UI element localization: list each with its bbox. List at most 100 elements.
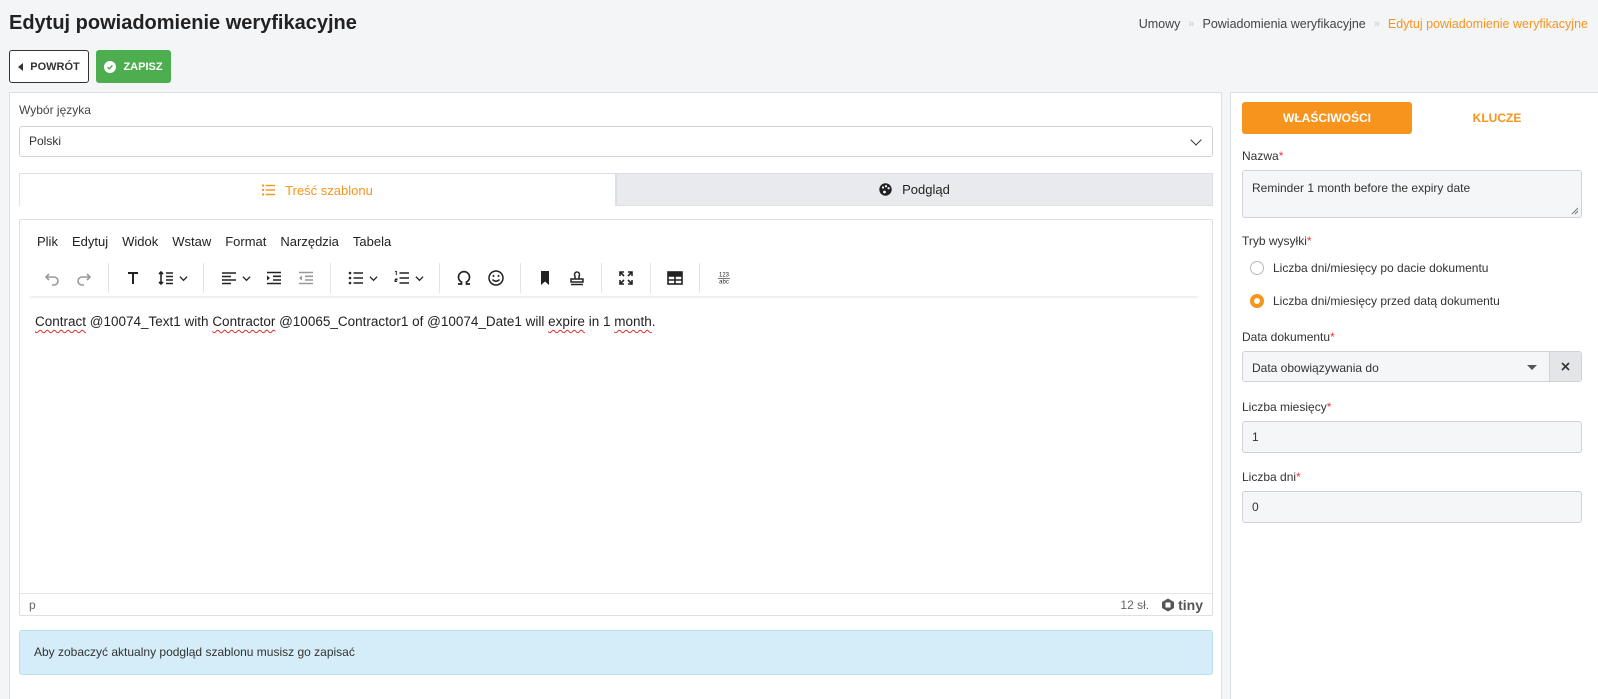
palette-icon <box>879 183 892 196</box>
menu-widok[interactable]: Widok <box>115 234 165 249</box>
language-select[interactable]: Polski <box>19 126 1213 157</box>
template-panel: Wybór języka Polski Treść szablonu Podgl… <box>9 92 1222 699</box>
align-button[interactable] <box>212 263 258 293</box>
required-mark: * <box>1296 470 1301 484</box>
special-char-button[interactable] <box>448 263 480 293</box>
content-text: . <box>651 314 656 329</box>
clear-selection-button[interactable] <box>1549 352 1581 381</box>
send-mode-label-text: Tryb wysyłki <box>1242 234 1307 248</box>
redo-icon <box>77 273 92 286</box>
send-mode-before-radio[interactable]: Liczba dni/miesięcy przed datą dokumentu <box>1250 294 1500 308</box>
send-mode-after-radio[interactable]: Liczba dni/miesięcy po dacie dokumentu <box>1250 261 1488 275</box>
check-circle-icon <box>104 60 117 73</box>
table-button[interactable] <box>659 263 691 293</box>
breadcrumb-item-notifications[interactable]: Powiadomienia weryfikacyjne <box>1202 17 1365 31</box>
menu-narzedzia[interactable]: Narzędzia <box>273 234 346 249</box>
required-mark: * <box>1278 149 1284 163</box>
list-icon <box>262 184 276 196</box>
send-mode-before-label: Liczba dni/miesięcy przed datą dokumentu <box>1273 294 1500 308</box>
rich-text-editor[interactable]: Plik Edytuj Widok Wstaw Format Narzędzia… <box>19 219 1213 616</box>
breadcrumb-separator: » <box>1373 18 1380 30</box>
tiny-logo[interactable]: tiny <box>1161 597 1203 613</box>
breadcrumb-separator: » <box>1188 18 1195 30</box>
outdent-icon <box>299 271 313 285</box>
svg-text:123: 123 <box>719 273 730 279</box>
emoticon-button[interactable] <box>480 263 512 293</box>
numbered-list-button[interactable] <box>385 263 431 293</box>
breadcrumb-item-umowy[interactable]: Umowy <box>1139 17 1181 31</box>
menu-format[interactable]: Format <box>218 234 273 249</box>
doc-date-label: Data dokumentu* <box>1242 330 1335 344</box>
page-title: Edytuj powiadomienie weryfikacyjne <box>9 12 357 34</box>
text-icon <box>128 272 138 284</box>
tab-preview[interactable]: Podgląd <box>616 173 1213 206</box>
send-mode-label: Tryb wysyłki* <box>1242 234 1312 248</box>
omega-icon <box>457 270 471 285</box>
language-select-value: Polski <box>29 134 62 148</box>
months-input-value: 1 <box>1252 430 1259 444</box>
fullscreen-icon <box>619 271 633 285</box>
misspelled-word: month <box>614 314 652 329</box>
menu-tabela[interactable]: Tabela <box>346 234 398 249</box>
tiny-brand-icon <box>1162 598 1175 611</box>
word-count-icon: 123abc <box>718 273 730 286</box>
misspelled-word: expire <box>548 314 585 329</box>
breadcrumb: Umowy » Powiadomienia weryfikacyjne » Ed… <box>1139 17 1588 31</box>
save-button[interactable]: ZAPISZ <box>96 50 171 83</box>
bullet-list-icon <box>348 271 363 285</box>
resize-handle-icon[interactable] <box>1571 207 1579 215</box>
outdent-button[interactable] <box>290 263 322 293</box>
editor-toolbar: 123 abc <box>28 260 1200 296</box>
days-label: Liczba dni* <box>1242 470 1301 484</box>
redo-button[interactable] <box>68 263 100 293</box>
content-text: @10065_Contractor1 of @10074_Date1 will <box>275 314 549 329</box>
line-height-button[interactable] <box>149 263 195 293</box>
numbered-list-icon <box>394 271 409 284</box>
undo-icon <box>44 273 59 286</box>
radio-circle <box>1250 261 1264 275</box>
editor-statusbar: p 12 sł. tiny <box>20 593 1212 615</box>
bullet-list-button[interactable] <box>339 263 385 293</box>
name-field[interactable]: Reminder 1 month before the expiry date <box>1242 170 1582 218</box>
element-path[interactable]: p <box>29 598 36 612</box>
chevron-down-icon <box>414 275 424 281</box>
word-count-button[interactable]: 123 abc <box>708 263 740 293</box>
required-mark: * <box>1306 234 1312 248</box>
font-format-button[interactable] <box>117 263 149 293</box>
properties-sidebar: WŁAŚCIWOŚCI KLUCZE Nazwa* Reminder 1 mon… <box>1230 92 1598 699</box>
content-text: in 1 <box>584 314 615 329</box>
info-alert: Aby zobaczyć aktualny podgląd szablonu m… <box>19 630 1213 675</box>
align-left-icon <box>221 272 236 285</box>
misspelled-word: Contractor <box>212 314 276 329</box>
menu-wstaw[interactable]: Wstaw <box>165 234 218 249</box>
fullscreen-button[interactable] <box>610 263 642 293</box>
undo-button[interactable] <box>36 263 68 293</box>
word-count[interactable]: 12 sł. <box>1120 598 1149 612</box>
caret-down-icon <box>1527 365 1537 370</box>
stamp-button[interactable] <box>561 263 593 293</box>
name-field-value: Reminder 1 month before the expiry date <box>1252 181 1471 195</box>
svg-text:abc: abc <box>719 280 729 286</box>
back-button[interactable]: POWRÓT <box>9 50 89 83</box>
chevron-down-icon <box>178 275 188 281</box>
days-input[interactable]: 0 <box>1242 491 1582 523</box>
menu-edytuj[interactable]: Edytuj <box>65 234 115 249</box>
send-mode-after-label: Liczba dni/miesięcy po dacie dokumentu <box>1273 261 1489 275</box>
doc-date-select[interactable]: Data obowiązywania do <box>1242 351 1582 382</box>
menu-plik[interactable]: Plik <box>30 234 65 249</box>
language-label: Wybór języka <box>19 103 91 117</box>
back-button-label: POWRÓT <box>30 60 80 73</box>
months-label: Liczba miesięcy* <box>1242 400 1331 414</box>
chevron-down-icon <box>1190 134 1202 146</box>
bookmark-button[interactable] <box>529 263 561 293</box>
editor-content[interactable]: Contract @10074_Text1 with Contractor @1… <box>35 314 656 329</box>
editor-menubar: Plik Edytuj Widok Wstaw Format Narzędzia… <box>30 234 398 249</box>
months-input[interactable]: 1 <box>1242 421 1582 453</box>
required-mark: * <box>1330 330 1335 344</box>
indent-button[interactable] <box>258 263 290 293</box>
stamp-icon <box>570 271 584 286</box>
tab-template-content[interactable]: Treść szablonu <box>19 173 616 206</box>
tab-properties[interactable]: WŁAŚCIWOŚCI <box>1242 102 1412 134</box>
tab-keys[interactable]: KLUCZE <box>1412 102 1582 134</box>
chevron-down-icon <box>241 275 251 281</box>
